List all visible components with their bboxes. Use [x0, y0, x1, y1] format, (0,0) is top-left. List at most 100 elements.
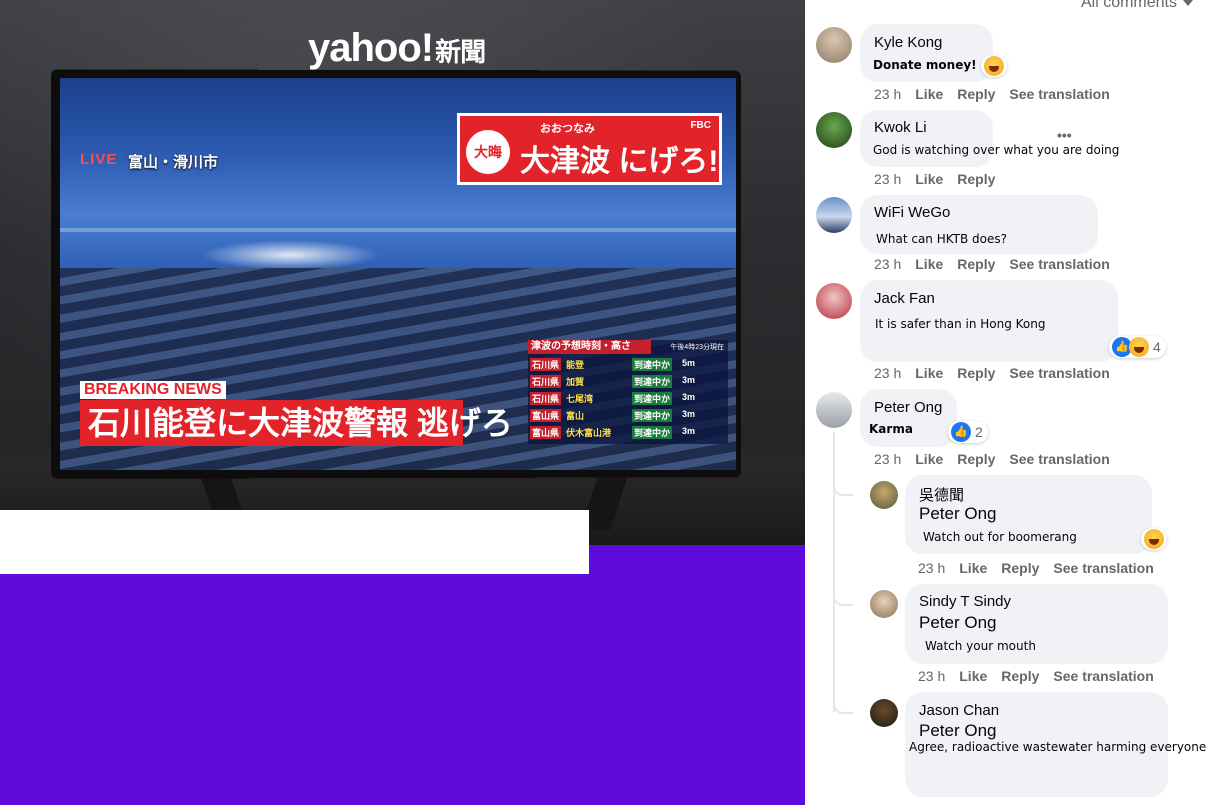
- comments-panel: All comments Kyle Kong Donate money! 23 …: [805, 0, 1213, 805]
- reaction-summary[interactable]: 👍 4: [1109, 336, 1166, 358]
- live-badge: LIVE: [80, 151, 118, 168]
- like-link[interactable]: Like: [915, 256, 943, 272]
- comment-author[interactable]: WiFi WeGo: [874, 204, 950, 221]
- more-options-icon[interactable]: •••: [1057, 127, 1072, 143]
- comment-author[interactable]: Peter Ong: [874, 399, 942, 416]
- see-translation-link[interactable]: See translation: [1009, 256, 1109, 272]
- avatar[interactable]: [816, 392, 852, 428]
- thread-connector: [833, 698, 853, 714]
- see-translation-link[interactable]: See translation: [1009, 86, 1109, 102]
- thread-line: [833, 432, 835, 712]
- like-link[interactable]: Like: [959, 668, 987, 684]
- forecast-row: 石川県 七尾湾 到達中か 3m: [530, 392, 726, 406]
- avatar[interactable]: [816, 283, 852, 319]
- forecast-height: 5m: [682, 358, 696, 368]
- see-translation-link[interactable]: See translation: [1009, 451, 1109, 467]
- reply-link[interactable]: Reply: [957, 451, 995, 467]
- reply-author[interactable]: 吳德聞: [919, 484, 964, 505]
- reply-author[interactable]: Jason Chan: [919, 702, 999, 719]
- reply-author[interactable]: Sindy T Sindy: [919, 593, 1011, 610]
- comment-time[interactable]: 23 h: [874, 256, 901, 272]
- reaction-summary[interactable]: [1141, 528, 1167, 550]
- comment-time[interactable]: 23 h: [874, 365, 901, 381]
- reply-link[interactable]: Reply: [1001, 668, 1039, 684]
- forecast-height: 3m: [682, 426, 696, 436]
- headline-banner: 石川能登に大津波警報 逃げろ: [80, 400, 513, 446]
- forecast-area: 七尾湾: [566, 394, 594, 404]
- forecast-height: 3m: [682, 392, 696, 402]
- chevron-down-icon: [1183, 0, 1193, 6]
- reply-mention[interactable]: Peter Ong: [919, 613, 997, 633]
- comment-actions: 23 h Like Reply See translation: [874, 86, 1110, 102]
- forecast-pref: 富山県: [530, 409, 562, 422]
- reply-link[interactable]: Reply: [957, 365, 995, 381]
- reply-mention[interactable]: Peter Ong: [919, 504, 997, 524]
- like-link[interactable]: Like: [915, 365, 943, 381]
- avatar[interactable]: [870, 481, 898, 509]
- comment-author[interactable]: Jack Fan: [874, 290, 935, 307]
- tsunami-wave: [200, 240, 380, 270]
- haha-reaction-icon: [1144, 529, 1164, 549]
- comment-text: What can HKTB does?: [876, 232, 1008, 246]
- alert-kana: おおつなみ: [540, 123, 595, 135]
- reaction-count: 2: [975, 424, 983, 440]
- reply-time[interactable]: 23 h: [918, 560, 945, 576]
- avatar[interactable]: [816, 112, 852, 148]
- yahoo-news-logo: yahoo!新聞: [308, 26, 486, 71]
- reply-link[interactable]: Reply: [957, 171, 995, 187]
- comment-bubble: [860, 389, 957, 447]
- forecast-area: 富山: [566, 411, 585, 421]
- reply-link[interactable]: Reply: [957, 86, 995, 102]
- comment-author[interactable]: Kwok Li: [874, 119, 927, 136]
- thread-connector: [833, 480, 853, 496]
- like-link[interactable]: Like: [915, 171, 943, 187]
- avatar[interactable]: [816, 27, 852, 63]
- reply-actions: 23 h Like Reply See translation: [918, 668, 1154, 684]
- comment-time[interactable]: 23 h: [874, 86, 901, 102]
- comment-filter-dropdown[interactable]: All comments: [1081, 0, 1193, 12]
- forecast-area: 伏木富山港: [566, 428, 612, 438]
- tsunami-alert-banner: 大晦 おおつなみ FBC 大津波 にげろ!: [457, 113, 722, 185]
- reply-link[interactable]: Reply: [957, 256, 995, 272]
- avatar[interactable]: [816, 197, 852, 233]
- reply-actions: 23 h Like Reply See translation: [918, 560, 1154, 576]
- reply-time[interactable]: 23 h: [918, 668, 945, 684]
- reaction-summary[interactable]: 👍 2: [948, 421, 988, 443]
- forecast-row: 石川県 加賀 到達中か 3m: [530, 375, 726, 389]
- comment-text: It is safer than in Hong Kong: [875, 317, 1046, 331]
- reply-link[interactable]: Reply: [1001, 560, 1039, 576]
- reply-text: Watch your mouth: [925, 639, 1036, 653]
- comment-time[interactable]: 23 h: [874, 451, 901, 467]
- tv-screen: LIVE 富山・滑川市 大晦 おおつなみ FBC 大津波 にげろ! 津波の予想時…: [60, 78, 736, 470]
- reply-mention[interactable]: Peter Ong: [919, 721, 997, 741]
- avatar[interactable]: [870, 699, 898, 727]
- forecast-height: 3m: [682, 409, 696, 419]
- news-video-panel: LIVE 富山・滑川市 大晦 おおつなみ FBC 大津波 にげろ! 津波の予想時…: [0, 0, 805, 805]
- tv-photo[interactable]: LIVE 富山・滑川市 大晦 おおつなみ FBC 大津波 にげろ! 津波の予想時…: [0, 0, 805, 545]
- comment-time[interactable]: 23 h: [874, 171, 901, 187]
- forecast-row: 富山県 伏木富山港 到達中か 3m: [530, 426, 726, 440]
- sea-horizon: [60, 228, 736, 232]
- thread-connector: [833, 590, 853, 606]
- like-link[interactable]: Like: [959, 560, 987, 576]
- see-translation-link[interactable]: See translation: [1053, 560, 1153, 576]
- forecast-area: 能登: [566, 360, 585, 370]
- caption-strip: [0, 510, 589, 574]
- haha-reaction-icon: [1129, 337, 1149, 357]
- like-link[interactable]: Like: [915, 451, 943, 467]
- see-translation-link[interactable]: See translation: [1009, 365, 1109, 381]
- forecast-title: 津波の予想時刻・高さ: [528, 340, 651, 354]
- see-translation-link[interactable]: See translation: [1053, 668, 1153, 684]
- alert-main-text: 大津波 にげろ!: [520, 145, 719, 178]
- reaction-summary[interactable]: [981, 55, 1007, 77]
- avatar[interactable]: [870, 590, 898, 618]
- reply-text: Watch out for boomerang: [923, 530, 1077, 544]
- network-logo: FBC: [690, 120, 711, 131]
- like-link[interactable]: Like: [915, 86, 943, 102]
- forecast-arrival: 到達中か: [632, 392, 673, 405]
- haha-reaction-icon: [984, 56, 1004, 76]
- comment-actions: 23 h Like Reply See translation: [874, 256, 1110, 272]
- tsunami-forecast-table: 津波の予想時刻・高さ 午後4時23分現在 石川県 能登 到達中か 5m 石川県 …: [528, 340, 728, 444]
- comment-author[interactable]: Kyle Kong: [874, 34, 942, 51]
- forecast-height: 3m: [682, 375, 696, 385]
